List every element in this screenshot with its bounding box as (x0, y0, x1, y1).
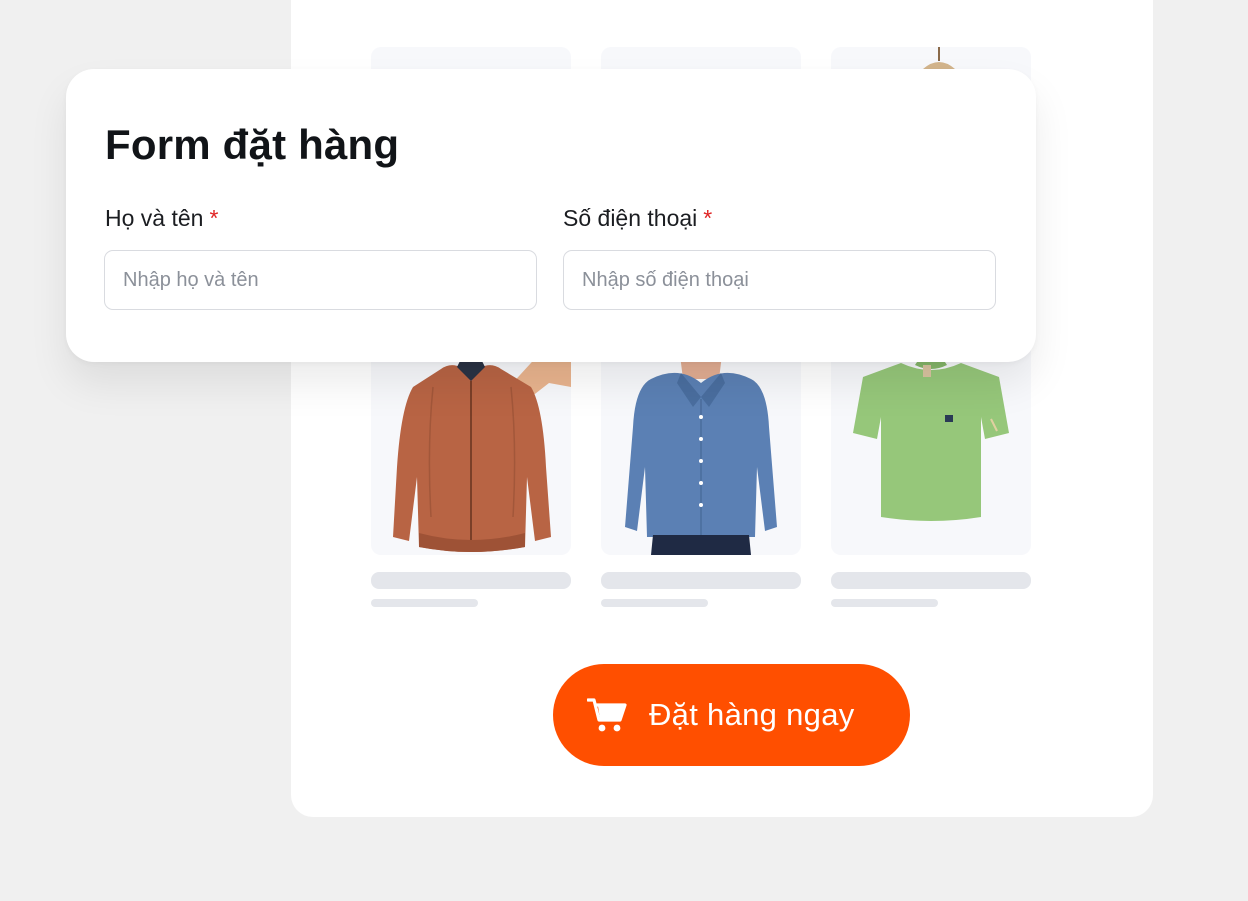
required-asterisk: * (703, 205, 713, 231)
product-name-placeholder (371, 572, 571, 589)
form-title: Form đặt hàng (105, 121, 400, 168)
phone-input[interactable] (563, 250, 996, 310)
product-name-placeholder (831, 572, 1031, 589)
product-price-placeholder (831, 599, 938, 607)
product-name-placeholder (601, 572, 801, 589)
product-price-placeholder (601, 599, 708, 607)
required-asterisk: * (209, 205, 219, 231)
full-name-input[interactable] (104, 250, 537, 310)
phone-label: Số điện thoại * (563, 205, 712, 232)
cart-icon (587, 698, 627, 732)
product-price-placeholder (371, 599, 478, 607)
order-now-label: Đặt hàng ngay (649, 697, 855, 732)
full-name-label: Họ và tên * (105, 205, 218, 232)
full-name-label-text: Họ và tên (105, 205, 204, 231)
phone-label-text: Số điện thoại (563, 205, 698, 231)
order-form: Form đặt hàng Họ và tên* Số điện thoại* (66, 69, 1036, 362)
order-now-button[interactable]: Đặt hàng ngay (553, 664, 910, 766)
